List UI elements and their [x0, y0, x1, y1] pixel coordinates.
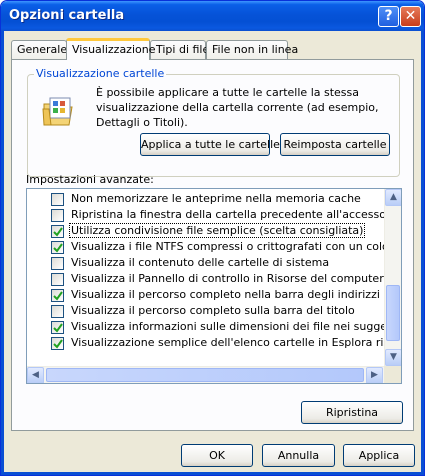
horizontal-scroll-thumb[interactable]: [46, 368, 364, 382]
setting-label: Visualizza il percorso completo sulla ba…: [71, 304, 355, 317]
scroll-down-button[interactable]: ▼: [385, 349, 401, 366]
vertical-scrollbar[interactable]: ▲ ▼: [384, 189, 401, 366]
folder-views-title: Visualizzazione cartelle: [34, 67, 167, 80]
folder-options-dialog: Opzioni cartella ? ✕ Generale Visualizza…: [0, 0, 425, 476]
title-bar[interactable]: Opzioni cartella ? ✕: [1, 1, 424, 31]
advanced-settings-list[interactable]: Non memorizzare le anteprime nella memor…: [26, 188, 402, 384]
setting-row[interactable]: Visualizza il Pannello di controllo in R…: [27, 271, 401, 287]
apply-button[interactable]: Applica: [343, 444, 415, 467]
cancel-button[interactable]: Annulla: [262, 444, 335, 467]
setting-label: Visualizzazione semplice dell'elenco car…: [71, 336, 402, 349]
vertical-scroll-thumb[interactable]: [386, 285, 400, 341]
folder-views-description: È possibile applicare a tutte le cartell…: [96, 86, 379, 129]
tab-visualizzazione[interactable]: Visualizzazione: [66, 38, 155, 60]
folder-view-icon: [42, 97, 73, 126]
checkbox-unchecked[interactable]: [51, 257, 64, 270]
setting-label: Visualizza informazioni sulle dimensioni…: [71, 320, 401, 333]
view-tab-panel: Visualizzazione cartelle È possibile app…: [11, 59, 414, 431]
restore-defaults-button[interactable]: Ripristina: [301, 401, 403, 424]
setting-row[interactable]: Utilizza condivisione file semplice (sce…: [27, 223, 401, 239]
scroll-up-button[interactable]: ▲: [385, 189, 401, 206]
checkbox-unchecked[interactable]: [51, 193, 64, 206]
help-button[interactable]: ?: [378, 6, 399, 27]
window-title: Opzioni cartella: [9, 8, 125, 23]
setting-row[interactable]: Visualizza il percorso completo nella ba…: [27, 287, 401, 303]
reset-folders-button[interactable]: Reimposta cartelle: [280, 133, 390, 156]
checkbox-checked[interactable]: [51, 289, 64, 302]
setting-label: Utilizza condivisione file semplice (sce…: [68, 223, 366, 238]
checkbox-unchecked[interactable]: [51, 305, 64, 318]
ok-button[interactable]: OK: [181, 444, 253, 467]
close-button[interactable]: ✕: [400, 6, 421, 27]
setting-label: Visualizza il contenuto delle cartelle d…: [71, 256, 330, 269]
setting-row[interactable]: Visualizza i file NTFS compressi o critt…: [27, 239, 401, 255]
checkbox-checked[interactable]: [51, 321, 64, 334]
setting-label: Non memorizzare le anteprime nella memor…: [71, 192, 361, 205]
horizontal-scrollbar[interactable]: ◀ ▶: [27, 366, 401, 383]
scroll-right-button[interactable]: ▶: [366, 367, 383, 383]
folder-views-group: Visualizzazione cartelle È possibile app…: [27, 67, 400, 177]
tab-tipi-di-file[interactable]: Tipi di file: [150, 40, 209, 59]
setting-label: Ripristina la finestra della cartella pr…: [71, 208, 386, 221]
scroll-left-button[interactable]: ◀: [27, 367, 44, 383]
setting-label: Visualizza il Pannello di controllo in R…: [71, 272, 384, 285]
advanced-settings-label: Impostazioni avanzate:: [26, 173, 154, 186]
checkbox-checked[interactable]: [51, 241, 64, 254]
apply-to-all-folders-button[interactable]: Applica a tutte le cartelle: [140, 133, 280, 156]
setting-row[interactable]: Ripristina la finestra della cartella pr…: [27, 207, 401, 223]
setting-row[interactable]: Visualizza informazioni sulle dimensioni…: [27, 319, 401, 335]
setting-row[interactable]: Visualizzazione semplice dell'elenco car…: [27, 335, 402, 351]
setting-label: Visualizza il percorso completo nella ba…: [71, 288, 380, 301]
setting-label: Visualizza i file NTFS compressi o critt…: [71, 240, 401, 253]
tab-generale[interactable]: Generale: [11, 40, 67, 59]
setting-row[interactable]: Visualizza il contenuto delle cartelle d…: [27, 255, 401, 271]
tab-file-non-in-linea[interactable]: File non in linea: [206, 40, 298, 59]
checkbox-unchecked[interactable]: [51, 273, 64, 286]
checkbox-unchecked[interactable]: [51, 209, 64, 222]
setting-row[interactable]: Non memorizzare le anteprime nella memor…: [27, 191, 401, 207]
checkbox-checked[interactable]: [51, 337, 64, 350]
checkbox-checked[interactable]: [51, 225, 64, 238]
setting-row[interactable]: Visualizza il percorso completo sulla ba…: [27, 303, 401, 319]
